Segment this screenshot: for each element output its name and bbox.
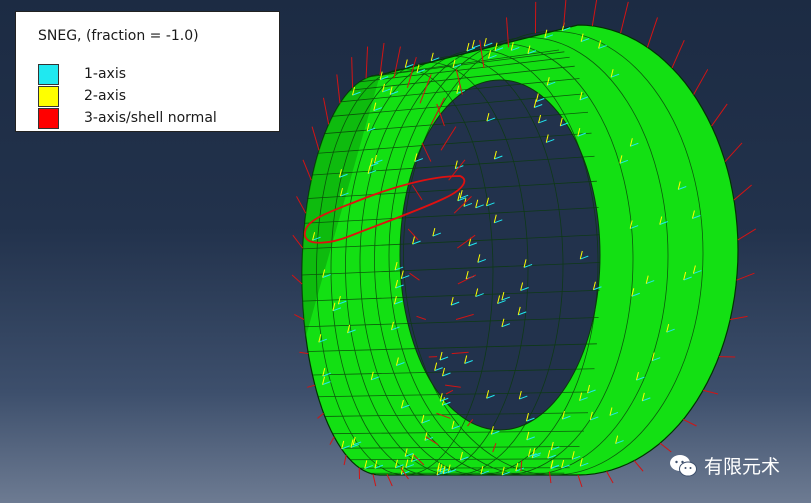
axis-3-normal xyxy=(302,159,312,181)
axis-3-normal xyxy=(336,74,341,104)
axis-3-normal xyxy=(299,351,309,355)
legend-swatch xyxy=(38,85,59,107)
axis-2-mark xyxy=(483,37,487,47)
axis-3-normal xyxy=(563,0,567,26)
axis-3-normal xyxy=(307,384,316,388)
legend-box: SNEG, (fraction = -1.0) 1-axis 2-axis 3-… xyxy=(15,11,280,132)
axis-3-normal xyxy=(730,315,748,321)
axis-2-mark xyxy=(430,52,434,61)
legend-swatch xyxy=(38,63,59,85)
legend-label: 3-axis/shell normal xyxy=(84,110,217,126)
axis-3-normal xyxy=(317,412,324,419)
axis-3-normal xyxy=(620,1,629,34)
axis-3-normal xyxy=(365,46,369,79)
legend-item-1-axis: 1-axis xyxy=(38,63,126,85)
axis-3-normal xyxy=(711,103,728,127)
ring-opening xyxy=(399,79,601,431)
axis-3-normal xyxy=(724,142,743,162)
legend-item-2-axis: 2-axis xyxy=(38,85,126,107)
legend-item-3-axis: 3-axis/shell normal xyxy=(38,107,217,129)
axis-3-normal xyxy=(294,313,305,320)
axis-3-normal xyxy=(311,126,320,151)
wechat-icon xyxy=(670,454,697,476)
legend-label: 1-axis xyxy=(84,66,127,82)
axis-3-normal xyxy=(292,234,304,249)
axis-3-normal xyxy=(343,455,347,466)
axis-3-normal xyxy=(577,474,583,488)
axis-3-normal xyxy=(322,97,330,125)
watermark-text: 有限元术 xyxy=(704,456,781,478)
axis-2-mark xyxy=(404,59,408,68)
axis-3-normal xyxy=(372,474,377,487)
axis-3-normal xyxy=(646,17,658,48)
axis-3-normal xyxy=(733,184,752,201)
axis-2-mark xyxy=(471,39,475,49)
watermark: 有限元术 xyxy=(668,452,780,479)
axis-3-normal xyxy=(291,274,303,285)
legend-label: 2-axis xyxy=(84,88,127,104)
axis-3-normal xyxy=(736,272,755,281)
axis-3-normal xyxy=(351,57,354,88)
legend-swatch xyxy=(38,107,59,129)
axis-3-normal xyxy=(659,442,672,453)
axis-3-normal xyxy=(633,460,644,472)
legend-title: SNEG, (fraction = -1.0) xyxy=(38,28,199,44)
axis-3-normal xyxy=(379,42,385,76)
axis-3-normal xyxy=(693,69,709,95)
axis-3-normal xyxy=(329,436,335,445)
axis-3-normal xyxy=(386,473,393,487)
axis-3-normal xyxy=(591,0,598,26)
axis-3-normal xyxy=(737,228,757,241)
axis-3-normal xyxy=(296,196,307,214)
axis-2-mark xyxy=(466,42,470,52)
axis-3-normal xyxy=(671,39,685,69)
axis-3-normal xyxy=(683,418,697,427)
axis-3-normal xyxy=(702,389,719,395)
axis-3-normal xyxy=(606,471,614,484)
